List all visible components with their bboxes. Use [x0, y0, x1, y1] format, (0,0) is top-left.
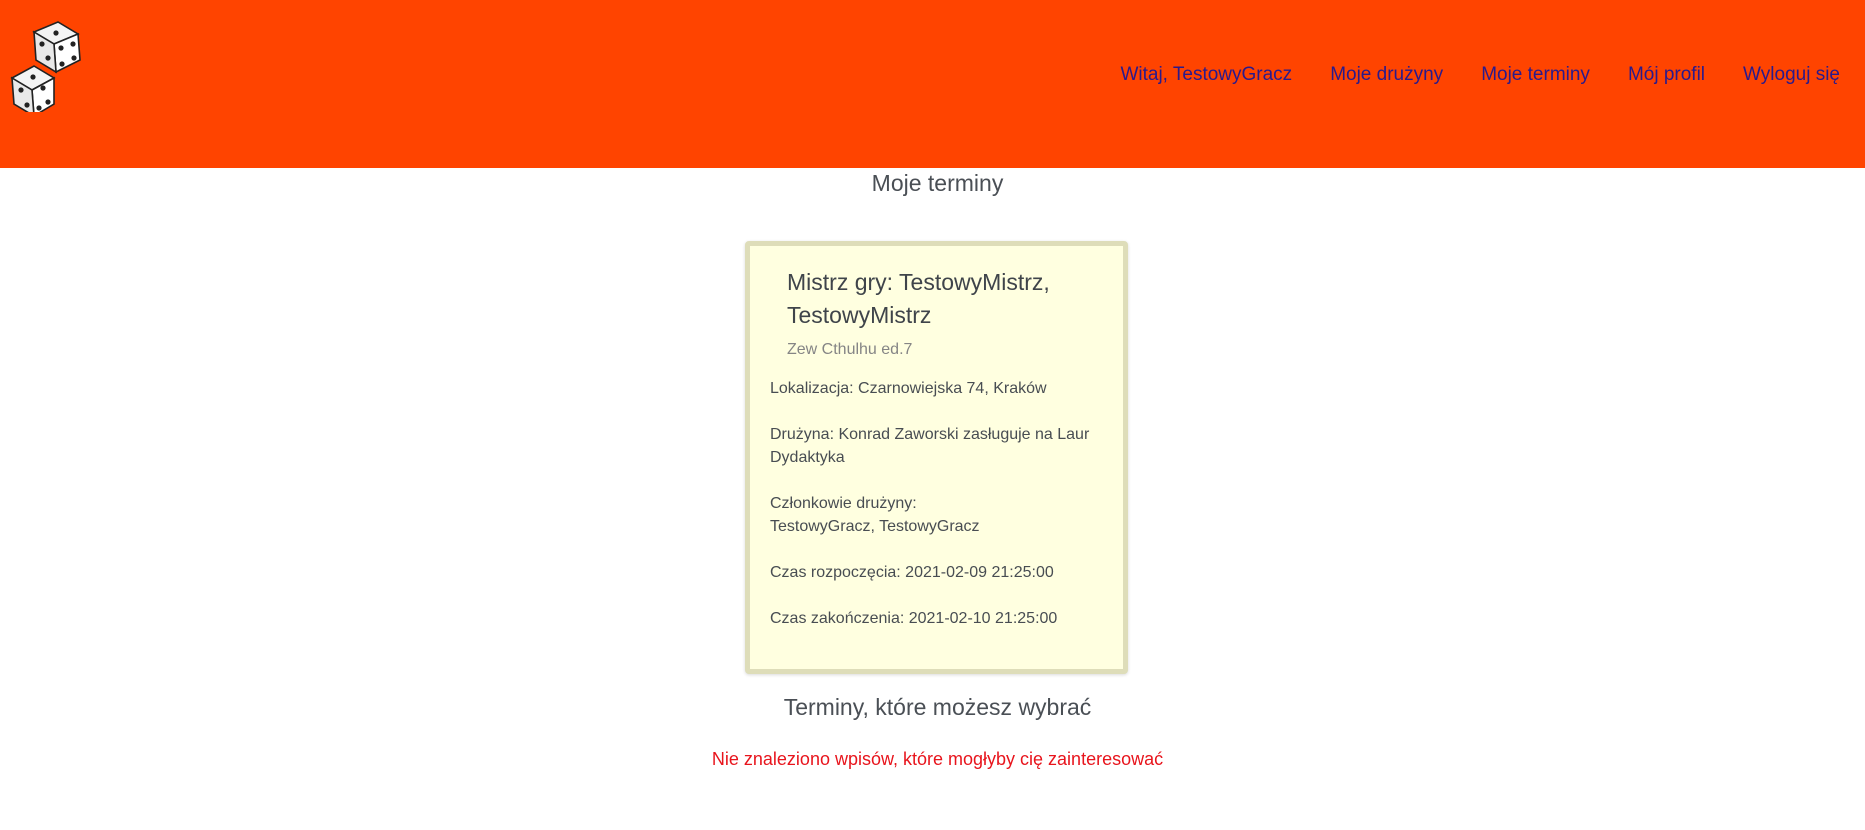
dice-icon[interactable]	[6, 18, 82, 118]
nav-my-sessions-link[interactable]: Moje terminy	[1481, 64, 1590, 86]
nav-welcome-link[interactable]: Witaj, TestowyGracz	[1120, 64, 1292, 86]
empty-results-message: Nie znaleziono wpisów, które mogłyby cię…	[711, 749, 1164, 769]
card-team: Drużyna: Konrad Zaworski zasługuje na La…	[770, 426, 1090, 466]
card-title: Mistrz gry: TestowyMistrz, TestowyMistrz	[787, 269, 1050, 328]
available-sessions-title: Terminy, które możesz wybrać	[783, 694, 1092, 720]
nav-logout-link[interactable]: Wyloguj się	[1743, 64, 1840, 86]
page-title: Moje terminy	[871, 170, 1004, 196]
card-members-label: Członkowie drużyny:	[770, 495, 917, 512]
card-members: Członkowie drużyny: TestowyGracz, Testow…	[770, 492, 1105, 538]
card-body: Lokalizacja: Czarnowiejska 74, Kraków Dr…	[770, 377, 1105, 653]
card-subtitle: Zew Cthulhu ed.7	[787, 341, 913, 358]
nav-my-teams-link[interactable]: Moje drużyny	[1330, 64, 1443, 86]
top-navbar: Witaj, TestowyGracz Moje drużyny Moje te…	[0, 0, 1865, 168]
nav-my-profile-link[interactable]: Mój profil	[1628, 64, 1705, 86]
session-card: Mistrz gry: TestowyMistrz, TestowyMistrz…	[745, 241, 1128, 674]
card-members-list: TestowyGracz, TestowyGracz	[770, 518, 980, 535]
card-end-time: Czas zakończenia: 2021-02-10 21:25:00	[770, 610, 1058, 627]
main-nav: Witaj, TestowyGracz Moje drużyny Moje te…	[1120, 62, 1840, 88]
card-start-time: Czas rozpoczęcia: 2021-02-09 21:25:00	[770, 564, 1054, 581]
card-location: Lokalizacja: Czarnowiejska 74, Kraków	[770, 380, 1047, 397]
